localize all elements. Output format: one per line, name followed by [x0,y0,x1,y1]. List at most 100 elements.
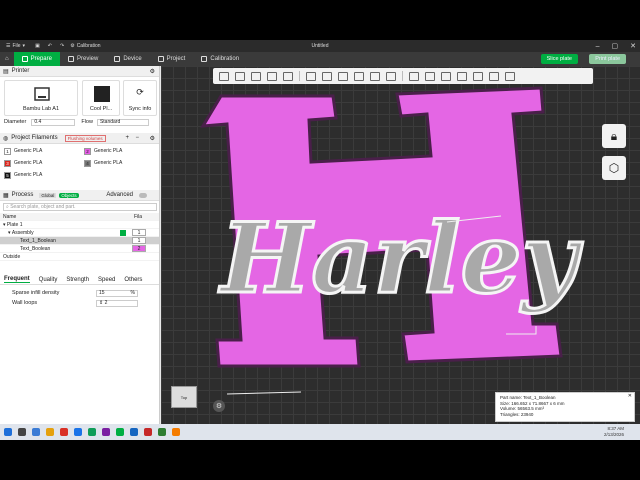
file-menu[interactable]: ☰ File ▾ [6,43,25,49]
scale-icon[interactable] [338,71,348,81]
rotate-icon[interactable] [322,71,332,81]
process-tabs: Frequent Quality Strength Speed Others [0,275,159,285]
text-tool-icon[interactable] [425,71,435,81]
plate-type-select[interactable]: Cool Pl... [82,80,120,116]
tree-row-outside[interactable]: Outside [0,253,159,261]
close-icon[interactable]: ✕ [628,393,632,400]
bolt-icon[interactable]: ⬡ [602,156,626,180]
auto-orient-icon[interactable] [251,71,261,81]
global-toggle[interactable]: Global [39,192,57,198]
tab-strength[interactable]: Strength [66,277,89,283]
view-navigation-cube[interactable]: Top [171,386,197,408]
add-icon[interactable]: + [125,135,129,141]
support-paint-icon[interactable] [409,71,419,81]
filament-item[interactable]: 3 Generic PLA [4,159,42,167]
gear-icon[interactable]: ⚙ [150,68,155,75]
seam-paint-icon[interactable] [489,71,499,81]
lock-icon[interactable]: 🔒︎ [602,124,626,148]
tab-calibration[interactable]: Calibration [193,52,247,66]
infill-density-input[interactable]: 15 % [96,289,138,297]
tab-project[interactable]: Project [150,52,194,66]
home-button[interactable]: ⌂ [0,52,14,66]
system-clock[interactable]: 8:37 AM 2/13/2026 [604,426,624,437]
remove-icon[interactable]: − [135,135,139,141]
printer-select[interactable]: Bambu Lab A1 [4,80,78,116]
process-icon: ▦ [3,192,9,199]
view-settings-icon[interactable]: ⚙ [213,400,225,412]
app-icon[interactable] [130,428,138,436]
object-search-input[interactable]: ⌕ Search plate, object and part. [3,203,157,211]
app-icon[interactable] [74,428,82,436]
project-icon [157,56,164,62]
objects-toggle[interactable]: Objects [59,192,79,198]
save-icon[interactable]: ▣ [35,43,40,49]
filament-icon: ◍ [3,135,9,142]
tab-device[interactable]: Device [106,52,149,66]
tab-quality[interactable]: Quality [39,277,58,283]
wall-loops-input[interactable]: ⇕ 2 [96,299,138,307]
advanced-toggle[interactable] [139,192,147,198]
app-icon[interactable] [88,428,96,436]
filament-item[interactable]: 2 Generic PLA [84,147,122,155]
harley-text-model[interactable]: Harley [216,201,585,317]
device-icon [114,56,121,62]
color-paint-icon[interactable] [473,71,483,81]
filament-item[interactable]: 5 Generic PLA [4,171,42,179]
redo-icon[interactable]: ↷ [60,43,64,49]
filament-index[interactable]: 1 [132,229,146,236]
3d-viewport[interactable]: Harley 🔒︎ ⬡ Top ⚙ Part name: Text_1_Bool… [161,66,640,424]
tab-preview[interactable]: Preview [60,52,106,66]
bambu-studio-taskbar-icon[interactable] [116,428,124,436]
tree-row-part[interactable]: Text_Boolean 2 [0,245,159,253]
tree-row-part[interactable]: Text_1_Boolean 1 [0,237,159,245]
measure-icon[interactable] [441,71,451,81]
cut-icon[interactable] [370,71,380,81]
app-icon[interactable] [102,428,110,436]
tab-prepare[interactable]: Prepare [13,52,60,66]
assembly-icon[interactable] [457,71,467,81]
add-plate-icon[interactable] [235,71,245,81]
app-icon[interactable] [46,428,54,436]
close-button[interactable]: ✕ [630,42,636,50]
tab-others[interactable]: Others [124,277,142,283]
build-plate-scene: Harley [200,86,585,395]
split-icon[interactable] [283,71,293,81]
tree-row-plate[interactable]: ▾ Plate 1 [0,221,159,229]
maximize-button[interactable]: ▢ [612,42,619,50]
visibility-checkbox[interactable] [120,229,126,236]
tab-speed[interactable]: Speed [98,277,115,283]
printer-section: Bambu Lab A1 Cool Pl... ⟳ Sync info Diam… [0,77,159,127]
undo-icon[interactable]: ↶ [48,43,52,49]
app-icon[interactable] [172,428,180,436]
calibration-menu[interactable]: ⚙ Calibration [70,43,100,49]
object-list-header: Name Fila [0,213,159,221]
print-plate-button[interactable]: Print plate [589,54,626,64]
tab-frequent[interactable]: Frequent [4,276,30,283]
tree-row-assembly[interactable]: ▾ Assembly 1 [0,229,159,237]
filament-item[interactable]: 1 Generic PLA [4,147,42,155]
app-icon[interactable] [60,428,68,436]
move-icon[interactable] [306,71,316,81]
add-object-icon[interactable] [219,71,229,81]
app-icon[interactable] [144,428,152,436]
flow-select[interactable]: Standard [96,118,149,126]
prepare-icon [21,56,28,62]
filament-index[interactable]: 2 [132,245,146,252]
windows-start-icon[interactable] [4,428,12,436]
filament-item[interactable]: 4 Generic PLA [84,159,122,167]
sync-info-button[interactable]: ⟳ Sync info [123,80,157,116]
view-icon[interactable] [505,71,515,81]
flushing-volumes-button[interactable]: Flushing volumes [64,134,106,142]
nozzle-diameter-select[interactable]: 0.4 [31,118,76,126]
app-icon[interactable] [158,428,166,436]
filament-settings-icon[interactable]: ⚙ [150,135,155,142]
slice-plate-button[interactable]: Slice plate [540,54,578,64]
mesh-boolean-icon[interactable] [386,71,396,81]
lay-on-face-icon[interactable] [354,71,364,81]
arrange-icon[interactable] [267,71,277,81]
minimize-button[interactable]: – [596,43,600,50]
search-icon[interactable] [18,428,26,436]
filament-index[interactable]: 1 [132,237,146,244]
calibration-tab-icon [201,56,208,62]
app-icon[interactable] [32,428,40,436]
